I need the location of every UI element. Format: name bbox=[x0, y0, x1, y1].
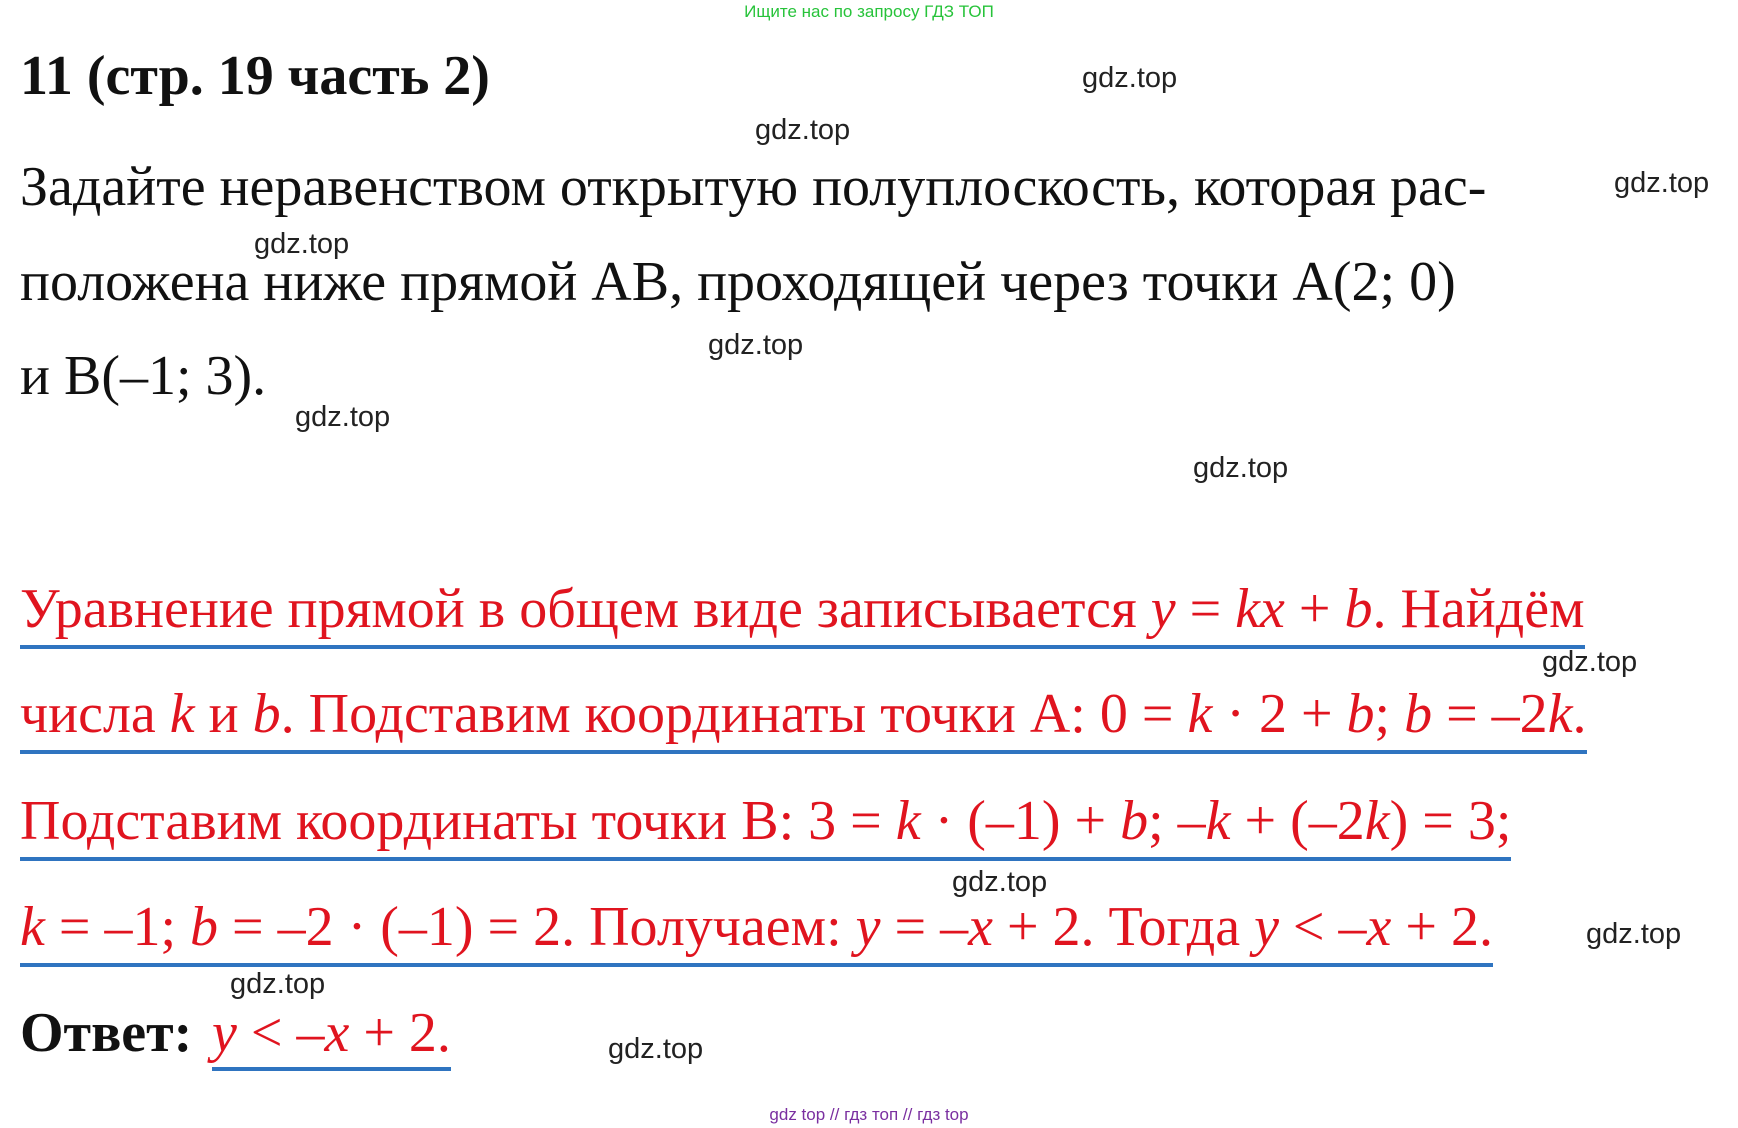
watermark: gdz.top bbox=[952, 866, 1048, 898]
solution-line-2: числа k и b. Подставим координаты точки … bbox=[20, 682, 1587, 754]
task-line-1: Задайте неравенством открытую полуплоско… bbox=[20, 156, 1487, 218]
watermark: gdz.top bbox=[295, 401, 391, 433]
solution-line-4: k = –1; b = –2 · (–1) = 2. Получаем: y =… bbox=[20, 895, 1493, 967]
watermark: gdz.top bbox=[230, 968, 326, 1000]
watermark: gdz.top bbox=[1614, 167, 1710, 199]
exercise-title: 11 (стр. 19 часть 2) bbox=[20, 45, 490, 107]
watermark: gdz.top bbox=[1193, 452, 1289, 484]
bottom-banner-text: gdz top // гдз топ // гдз top bbox=[769, 1105, 969, 1124]
watermark: gdz.top bbox=[1586, 918, 1682, 950]
answer-label: Ответ: bbox=[20, 1002, 193, 1064]
watermark: gdz.top bbox=[708, 329, 804, 361]
watermark: gdz.top bbox=[608, 1033, 704, 1065]
answer-value: y < –x + 2. bbox=[212, 1001, 451, 1071]
watermark: gdz.top bbox=[254, 228, 350, 260]
solution-line-1: Уравнение прямой в общем виде записывает… bbox=[20, 577, 1585, 649]
task-line-3: и B(–1; 3). bbox=[20, 345, 267, 407]
solution-line-3: Подставим координаты точки B: 3 = k · (–… bbox=[20, 789, 1512, 861]
task-line-2: положена ниже прямой AB, проходящей чере… bbox=[20, 251, 1456, 313]
watermark: gdz.top bbox=[755, 114, 851, 146]
top-banner-text: Ищите нас по запросу ГДЗ ТОП bbox=[744, 2, 994, 21]
watermark: gdz.top bbox=[1082, 62, 1178, 94]
watermark: gdz.top bbox=[1542, 646, 1638, 678]
